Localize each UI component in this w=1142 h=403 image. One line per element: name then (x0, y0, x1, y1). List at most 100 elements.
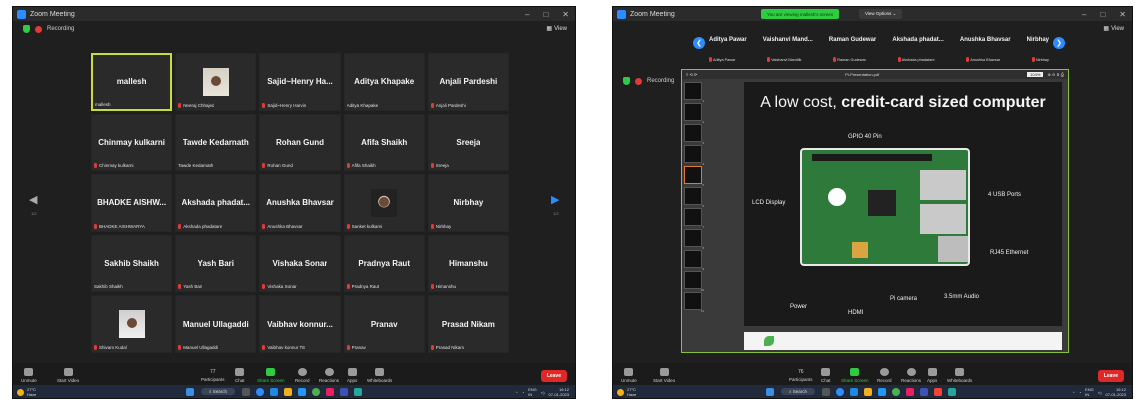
apps-button[interactable]: Apps (347, 367, 357, 383)
pdf-tools-icon[interactable]: ⊕ ⊖ ⬇ ⎙ (1047, 72, 1064, 77)
strip-prev-button[interactable]: ❮ (693, 37, 705, 49)
strip-participant-name[interactable]: Anushka Bhavsar (960, 37, 1011, 43)
file-explorer-icon[interactable] (864, 387, 873, 396)
participant-tile[interactable]: Akshada phadat... Akshada phadatare (175, 174, 257, 232)
participant-tile[interactable]: Tawde Kedarnath Tawde Kedarnath (175, 113, 257, 172)
page-thumbnail[interactable]: 1 (684, 82, 704, 103)
windows-start-icon[interactable] (766, 387, 774, 396)
participant-tile[interactable]: BHADKE AISHW... BHADKE AISHWARYA (91, 174, 173, 232)
minimize-icon[interactable]: – (1082, 10, 1086, 19)
participant-tile[interactable]: Prasad Nikam Prasad Nikam (427, 295, 509, 353)
taskbar-search[interactable]: ⌕ Search (201, 388, 236, 395)
participant-tile[interactable]: Pradnya Raut Pradnya Raut (343, 234, 425, 293)
unmute-button[interactable]: Unmute (621, 367, 637, 383)
chat-button[interactable]: Chat (235, 367, 245, 383)
view-button[interactable]: ▦ View (1103, 25, 1124, 33)
edge-icon[interactable] (850, 387, 859, 396)
participants-button[interactable]: 77 Participants (201, 369, 225, 382)
wifi-icon[interactable]: ◔ (1079, 390, 1081, 395)
leave-button[interactable]: Leave (540, 370, 567, 382)
participant-tile[interactable]: Sajid~Henry Ha... Sajid~Henry Harvin (259, 53, 341, 111)
page-thumbnail[interactable]: 5 (684, 166, 704, 187)
teams-icon[interactable] (948, 387, 957, 396)
start-video-button[interactable]: Start Video (653, 367, 675, 383)
participant-tile[interactable]: Sreeja Sreeja (427, 113, 509, 172)
participants-button[interactable]: 76 Participants (789, 369, 813, 382)
participant-tile[interactable]: Nirbhay Nirbhay (427, 174, 509, 232)
unmute-button[interactable]: Unmute (21, 367, 37, 383)
participant-tile[interactable]: Manuel Ullagaddi Manuel Ullagaddi (175, 295, 257, 353)
share-screen-button[interactable]: Share Screen (841, 367, 869, 383)
start-video-button[interactable]: Start Video (57, 367, 79, 383)
view-options-button[interactable]: View Options ⌄ (859, 9, 903, 19)
store-icon[interactable] (920, 387, 929, 396)
edge-icon[interactable] (270, 387, 279, 396)
zoom-app-icon[interactable] (836, 387, 845, 396)
strip-participant-name[interactable]: Akshada phadat... (892, 37, 943, 43)
maximize-icon[interactable]: □ (1100, 10, 1105, 19)
strip-participant-name[interactable]: Nirbhay (1027, 37, 1049, 43)
participant-tile[interactable]: Chinmay kulkarni Chinmay kulkarni (91, 113, 173, 172)
teams-icon[interactable] (354, 387, 363, 396)
whiteboards-button[interactable]: Whiteboards (367, 367, 392, 383)
page-thumbnail[interactable]: 7 (684, 208, 704, 229)
close-icon[interactable]: ✕ (562, 10, 569, 19)
maximize-icon[interactable]: □ (543, 10, 548, 19)
participant-tile[interactable]: Vishaka Sonar Vishaka Sonar (259, 234, 341, 293)
participant-tile[interactable]: Sanket kulkarni (343, 174, 425, 232)
page-thumbnail[interactable]: 11 (684, 292, 704, 313)
volume-icon[interactable]: ◖) (1098, 390, 1102, 395)
participant-tile[interactable]: Afifa Shaikh Afifa Shaikh (343, 113, 425, 172)
pdf-menu-icon[interactable]: ≡ ⟲ ⟳ (686, 72, 697, 77)
zoom-level[interactable]: 104% (1027, 72, 1044, 77)
participant-tile[interactable]: Aditya Khapake Aditya Khapake (343, 53, 425, 111)
wifi-icon[interactable]: ◔ (522, 390, 524, 395)
participant-tile[interactable]: Neeraj Chhajed (175, 53, 257, 111)
minimize-icon[interactable]: – (525, 10, 529, 19)
participant-tile[interactable]: Shivam Kudal (91, 295, 173, 353)
page-thumbnail[interactable]: 6 (684, 187, 704, 208)
prev-page-arrow-icon[interactable]: ◀ (29, 193, 37, 207)
participant-tile[interactable]: Rohan Gund Rohan Gund (259, 113, 341, 172)
participant-tile[interactable]: Vaibhav konnur... Vaibhav konnur TE (259, 295, 341, 353)
strip-participant-name[interactable]: Vaishanvi Mand... (763, 37, 813, 43)
participant-tile[interactable]: Yash Bari Yash Bari (175, 234, 257, 293)
chrome-icon[interactable] (312, 387, 321, 396)
participant-tile[interactable]: Himanshu Himanshu (427, 234, 509, 293)
chevron-up-icon[interactable]: ^ (1073, 390, 1075, 395)
weather-widget[interactable]: 27°C Haze (17, 387, 36, 397)
shield-icon[interactable] (623, 77, 630, 85)
app-icon[interactable] (906, 387, 915, 396)
reactions-button[interactable]: Reactions (319, 367, 339, 383)
reactions-button[interactable]: Reactions (901, 367, 921, 383)
participant-tile[interactable]: mallesh mallesh (91, 53, 173, 111)
strip-next-button[interactable]: ❯ (1053, 37, 1065, 49)
chrome-icon[interactable] (892, 387, 901, 396)
task-view-icon[interactable] (822, 387, 831, 396)
record-button[interactable]: Record (295, 367, 310, 383)
participant-tile[interactable]: Pranav Pranav (343, 295, 425, 353)
next-page-arrow-icon[interactable]: ▶ (551, 193, 559, 207)
page-thumbnail[interactable]: 4 (684, 145, 704, 166)
record-button[interactable]: Record (877, 367, 892, 383)
page-thumbnail[interactable]: 10 (684, 271, 704, 292)
page-thumbnail[interactable]: 8 (684, 229, 704, 250)
participant-tile[interactable]: Sakhib Shaikh Sakhib Shaikh (91, 234, 173, 293)
volume-icon[interactable]: ◖) (541, 390, 545, 395)
chat-button[interactable]: Chat (821, 367, 831, 383)
share-screen-button[interactable]: Share Screen (257, 367, 285, 383)
weather-widget[interactable]: 27°C Haze (617, 387, 636, 397)
pdf-reader-icon[interactable] (934, 387, 943, 396)
zoom-app-icon[interactable] (256, 387, 265, 396)
task-view-icon[interactable] (242, 387, 251, 396)
page-thumbnail[interactable]: 9 (684, 250, 704, 271)
store-icon[interactable] (340, 387, 349, 396)
view-button[interactable]: ▦ View (546, 25, 567, 33)
participant-tile[interactable]: Anushka Bhavsar Anushka Bhavsar (259, 174, 341, 232)
close-icon[interactable]: ✕ (1119, 10, 1126, 19)
page-thumbnail[interactable]: 3 (684, 124, 704, 145)
strip-participant-name[interactable]: Aditya Pawar (709, 37, 747, 43)
apps-button[interactable]: Apps (927, 367, 937, 383)
word-icon[interactable] (878, 387, 887, 396)
chevron-up-icon[interactable]: ^ (516, 390, 518, 395)
